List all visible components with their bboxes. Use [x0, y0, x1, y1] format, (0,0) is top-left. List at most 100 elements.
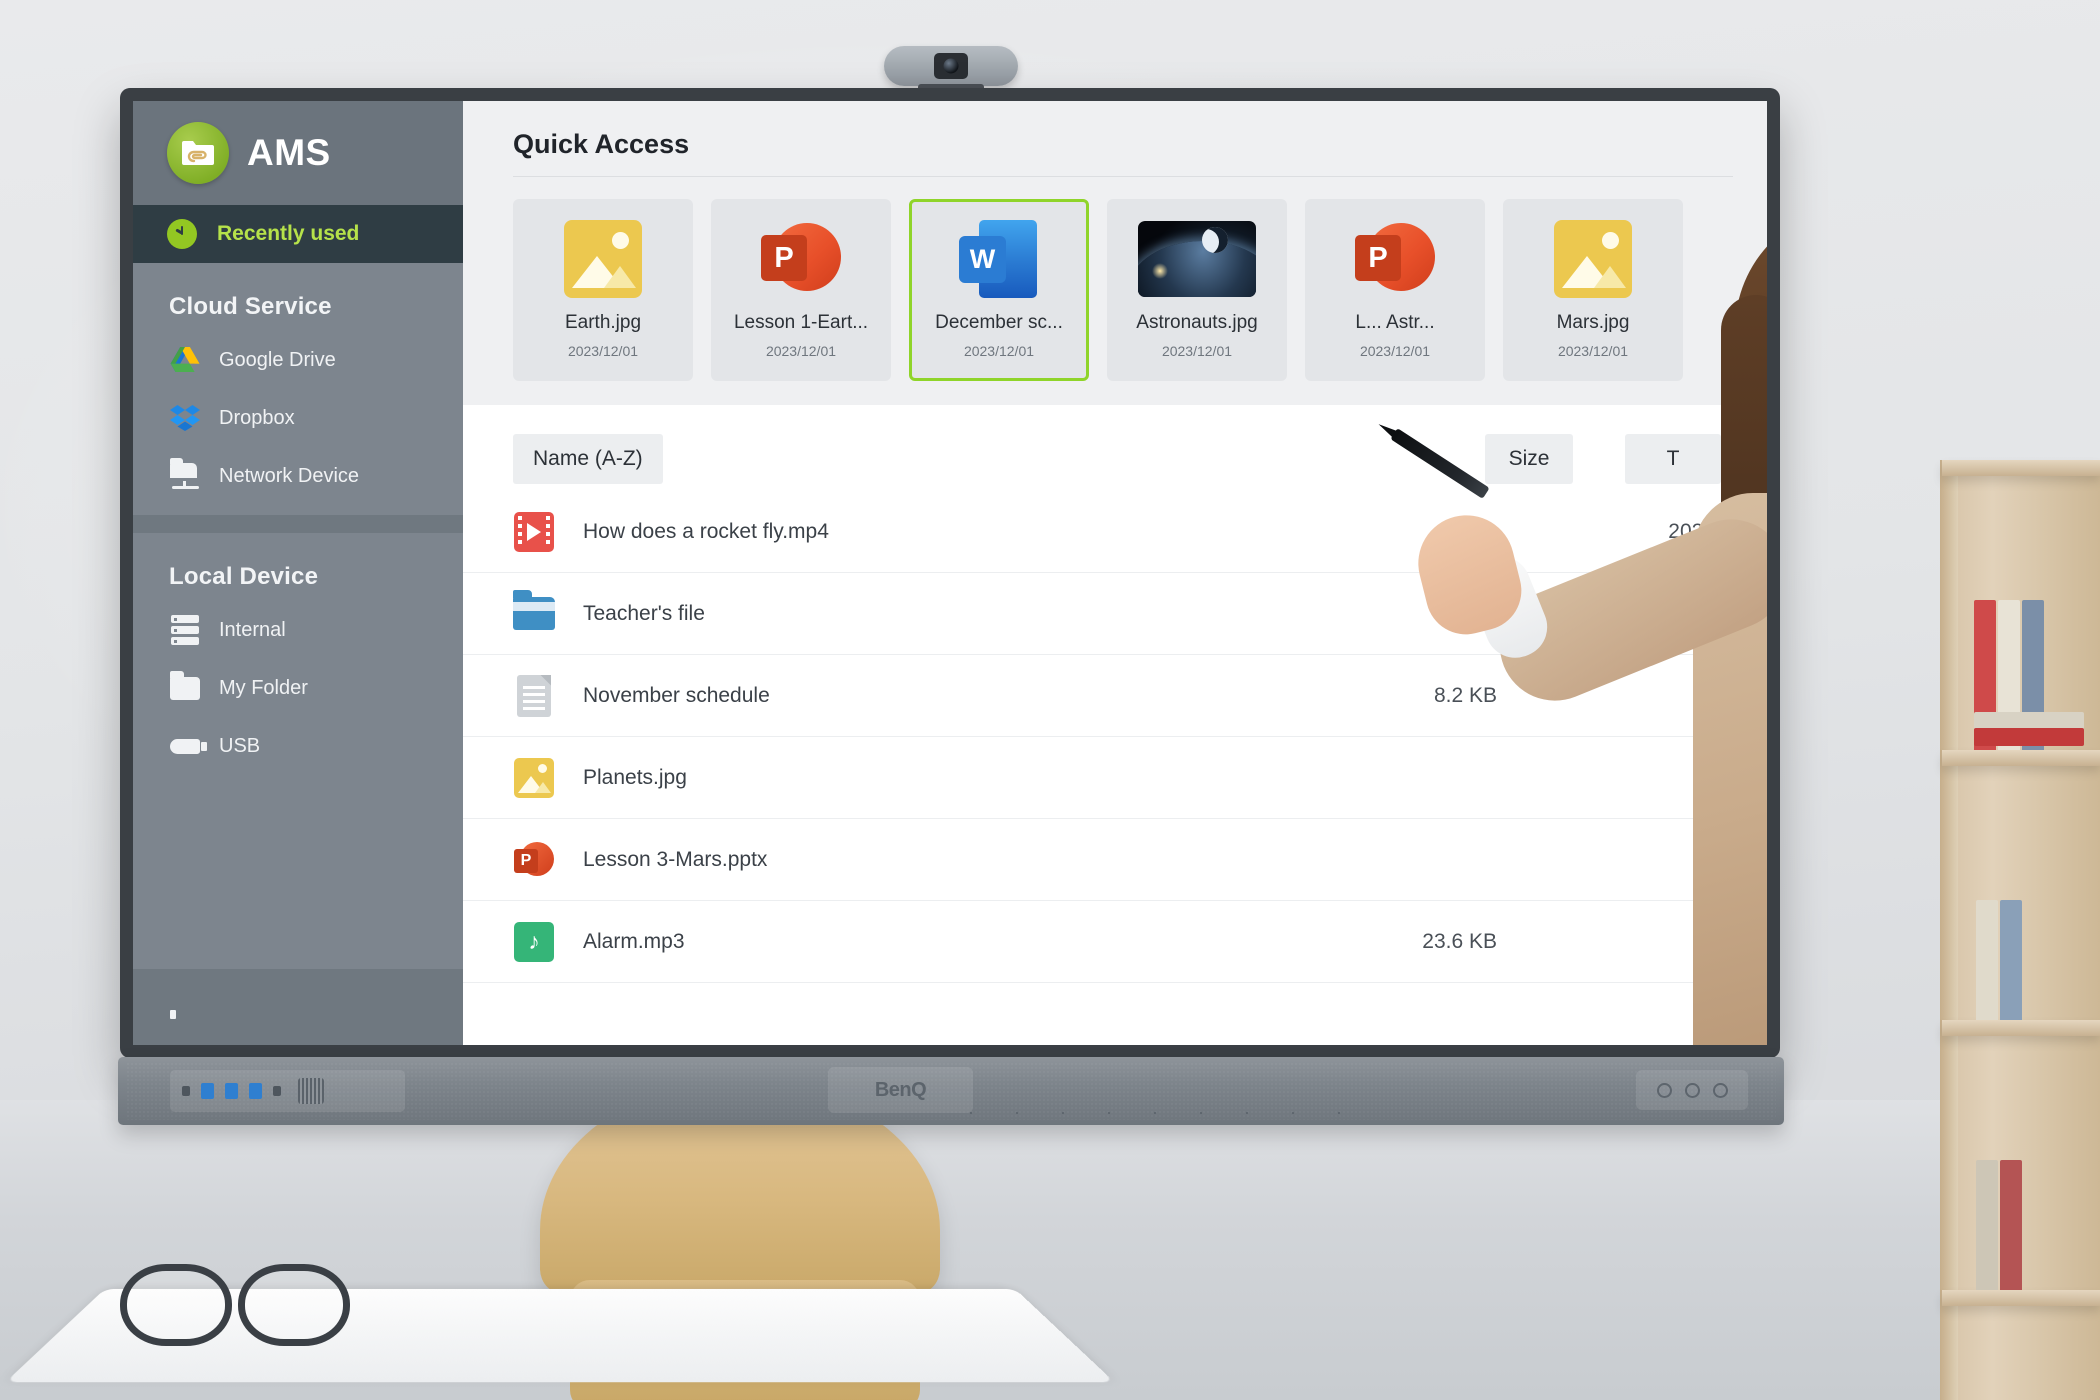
- file-name: Alarm.mp3: [583, 929, 685, 953]
- tile-name: December sc...: [935, 312, 1063, 333]
- port: [225, 1083, 238, 1099]
- file-name: Teacher's file: [583, 601, 705, 625]
- folder-icon: [513, 590, 555, 635]
- word-file-icon: W: [956, 220, 1042, 298]
- image-file-icon: [1550, 220, 1636, 298]
- main-content: Quick Access Earth.jpg 2023/12/01 P Less…: [463, 101, 1767, 1045]
- image-file-icon: [560, 220, 646, 298]
- quick-access-tile-selected[interactable]: W December sc... 2023/12/01: [909, 199, 1089, 381]
- table-row[interactable]: P Lesson 3-Mars.pptx: [463, 819, 1767, 901]
- control-key[interactable]: [1684, 1082, 1700, 1098]
- tile-name: L... Astr...: [1355, 312, 1435, 333]
- soundbar: BenQ: [118, 1057, 1784, 1125]
- network-device-icon: [169, 458, 201, 492]
- table-row[interactable]: Planets.jpg: [463, 737, 1767, 819]
- bookshelf: [1940, 460, 2100, 1400]
- file-time: 20: [1691, 601, 1715, 625]
- sidebar-item-label: Network Device: [219, 464, 360, 487]
- quick-access-tile[interactable]: Astronauts.jpg 2023/12/01: [1107, 199, 1287, 381]
- dropbox-icon: [169, 402, 201, 434]
- folder-icon: [169, 670, 201, 704]
- file-time: 2023: [1668, 519, 1715, 543]
- image-file-icon: [513, 757, 555, 799]
- sidebar-item-usb[interactable]: USB: [133, 717, 463, 775]
- webcam-icon: [884, 46, 1018, 86]
- section-title-local-device: Local Device: [169, 563, 319, 590]
- tile-date: 2023/12/01: [963, 343, 1035, 359]
- folder-clip-icon: [167, 122, 229, 184]
- quick-access-tile[interactable]: P Lesson 1-Eart... 2023/12/01: [711, 199, 891, 381]
- sidebar: AMS Recently used Cloud Service Google D…: [133, 101, 463, 1045]
- port: [273, 1086, 281, 1096]
- port: [249, 1083, 262, 1099]
- tile-date: 2023/12/01: [1557, 343, 1629, 359]
- table-row[interactable]: Teacher's file 12 MB 20: [463, 573, 1767, 655]
- sidebar-item-my-folder[interactable]: My Folder: [133, 659, 463, 717]
- glasses: [120, 1250, 370, 1360]
- powerpoint-file-icon: P: [513, 839, 555, 881]
- sidebar-item-recently-used[interactable]: Recently used: [133, 205, 463, 263]
- quick-access-tiles: Earth.jpg 2023/12/01 P Lesson 1-Eart... …: [463, 199, 1767, 381]
- sidebar-item-label: Google Drive: [219, 348, 336, 371]
- sidebar-divider: [133, 515, 463, 533]
- sidebar-item-label: USB: [219, 734, 261, 757]
- file-size: 12 MB: [1436, 601, 1497, 625]
- table-row[interactable]: How does a rocket fly.mp4 20 MB 2023: [463, 491, 1767, 573]
- column-header-size[interactable]: Size: [1485, 434, 1573, 484]
- sidebar-section-cloud-service: Cloud Service Google Drive Dropbox Netwo…: [133, 263, 463, 515]
- quick-access-tile[interactable]: Earth.jpg 2023/12/01: [513, 199, 693, 381]
- tile-date: 2023/12/01: [1359, 343, 1431, 359]
- sidebar-item-label: My Folder: [219, 676, 308, 699]
- file-table: Name (A-Z) Size T How does a rocket fly.…: [463, 405, 1767, 1045]
- sidebar-item-network-device[interactable]: Network Device: [133, 447, 463, 505]
- app-title: AMS: [247, 132, 331, 173]
- benq-logo: BenQ: [828, 1067, 973, 1113]
- file-name: Lesson 3-Mars.pptx: [583, 847, 768, 871]
- tile-date: 2023/12/01: [765, 343, 837, 359]
- port: [201, 1083, 214, 1099]
- file-size: 23.6 KB: [1422, 929, 1497, 953]
- control-key[interactable]: [1656, 1082, 1672, 1098]
- sidebar-item-internal[interactable]: Internal: [133, 601, 463, 659]
- quick-access-title: Quick Access: [513, 129, 690, 159]
- quick-access-tile[interactable]: P L... Astr... 2023/12/01: [1305, 199, 1485, 381]
- clock-icon: [167, 219, 197, 249]
- document-file-icon: [513, 674, 555, 717]
- video-file-icon: [513, 511, 555, 553]
- powerpoint-file-icon: P: [1352, 220, 1438, 298]
- port-panel: [170, 1070, 405, 1112]
- sidebar-item-dropbox[interactable]: Dropbox: [133, 389, 463, 447]
- quick-access-tile[interactable]: Mars.jpg 2023/12/01: [1503, 199, 1683, 381]
- space-photo-thumbnail: [1138, 220, 1256, 298]
- table-row[interactable]: November schedule 8.2 KB: [463, 655, 1767, 737]
- control-key[interactable]: [1712, 1082, 1728, 1098]
- interactive-display: AMS Recently used Cloud Service Google D…: [120, 88, 1780, 1058]
- google-drive-icon: [169, 344, 201, 376]
- column-header-time[interactable]: T: [1625, 434, 1721, 484]
- room-scene: AMS Recently used Cloud Service Google D…: [0, 0, 2100, 1400]
- tile-name: Astronauts.jpg: [1136, 312, 1258, 333]
- audio-file-icon: ♪: [513, 921, 555, 963]
- tile-name: Earth.jpg: [564, 312, 642, 333]
- speaker-grille: [298, 1078, 324, 1104]
- sidebar-item-google-drive[interactable]: Google Drive: [133, 331, 463, 389]
- usb-icon: [169, 730, 207, 762]
- divider: [513, 176, 1733, 177]
- control-keys[interactable]: [1636, 1070, 1748, 1110]
- sidebar-item-usb-secondary[interactable]: [133, 969, 463, 1045]
- column-header-name[interactable]: Name (A-Z): [513, 434, 663, 484]
- tile-name: Lesson 1-Eart...: [733, 312, 869, 333]
- sidebar-item-label: Dropbox: [219, 406, 295, 429]
- powerpoint-file-icon: P: [758, 220, 844, 298]
- table-header-row: Name (A-Z) Size T: [463, 427, 1767, 491]
- table-row[interactable]: ♪ Alarm.mp3 23.6 KB: [463, 901, 1767, 983]
- file-name: November schedule: [583, 683, 770, 707]
- soundbar-indicators: [948, 1111, 1368, 1115]
- tile-name: Mars.jpg: [1556, 312, 1630, 333]
- sidebar-section-local-device: Local Device Internal My Folder USB: [133, 533, 463, 785]
- sidebar-item-label: Recently used: [217, 222, 360, 245]
- quick-access-section: Quick Access Earth.jpg 2023/12/01 P Less…: [463, 101, 1767, 405]
- file-name: How does a rocket fly.mp4: [583, 519, 829, 543]
- file-size: 20 MB: [1436, 519, 1497, 543]
- port: [182, 1086, 190, 1096]
